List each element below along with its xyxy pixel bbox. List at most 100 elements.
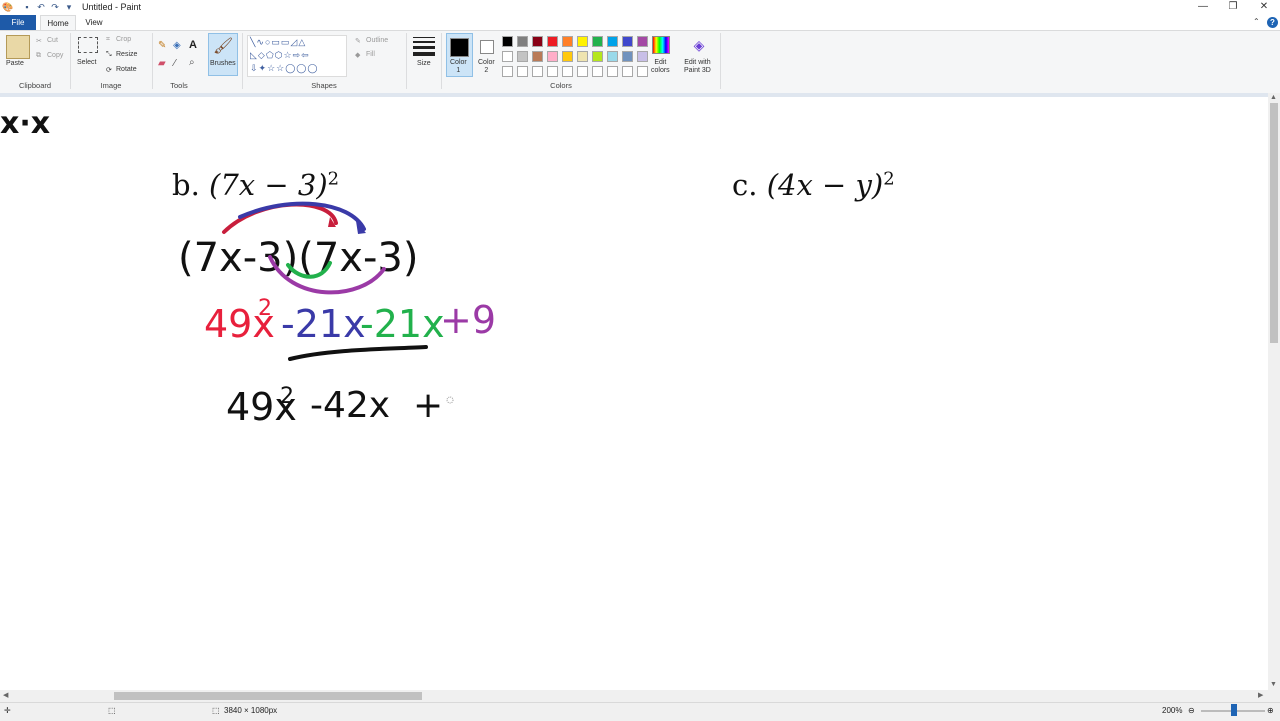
minimize-button[interactable]: —	[1188, 0, 1218, 14]
divider	[152, 33, 153, 89]
problem-b-exponent: 2	[327, 168, 340, 190]
outline-button[interactable]: Outline	[366, 37, 388, 44]
color2-swatch[interactable]	[480, 40, 494, 54]
image-group-label: Image	[100, 81, 122, 90]
custom-color-slot[interactable]	[607, 66, 618, 77]
outline-icon: ✎	[355, 38, 361, 45]
palette-swatch[interactable]	[502, 51, 513, 62]
palette-swatch[interactable]	[502, 36, 513, 47]
blue-arc	[238, 201, 366, 231]
close-button[interactable]: ✕	[1249, 0, 1279, 14]
fill-button[interactable]: Fill	[366, 51, 375, 58]
save-icon[interactable]: ▪	[22, 2, 32, 12]
paste-button[interactable]: Paste	[6, 60, 24, 67]
color1-swatch	[450, 38, 469, 57]
customize-toolbar-icon[interactable]: ▾	[64, 2, 74, 12]
magnifier-icon[interactable]: ⌕	[189, 57, 195, 68]
palette-swatch[interactable]	[637, 36, 648, 47]
paste-icon[interactable]	[6, 35, 30, 59]
horizontal-scroll-thumb[interactable]	[114, 692, 422, 700]
edit-with-paint3d-button[interactable]: Edit with Paint 3D	[684, 59, 711, 75]
redo-icon[interactable]: ↷	[50, 2, 60, 12]
problem-c: c. (4x − y)2	[732, 168, 895, 202]
eraser-icon[interactable]: ▰	[158, 58, 166, 69]
shapes-gallery[interactable]: ╲∿○▭▭◿△ ◺◇⬠⬡☆⇨⇦ ⇩✦☆☆◯◯◯	[247, 35, 347, 77]
undo-icon[interactable]: ↶	[36, 2, 46, 12]
text-icon[interactable]: A	[189, 39, 197, 51]
scroll-left-icon[interactable]: ◀	[3, 691, 8, 699]
palette-swatch[interactable]	[562, 51, 573, 62]
palette-swatch[interactable]	[547, 36, 558, 47]
copy-button[interactable]: Copy	[47, 52, 63, 59]
zoom-level: 200%	[1162, 706, 1183, 715]
palette-swatch[interactable]	[532, 51, 543, 62]
palette-swatch[interactable]	[547, 51, 558, 62]
scroll-up-icon[interactable]: ▲	[1270, 94, 1277, 101]
palette-swatch[interactable]	[592, 36, 603, 47]
custom-color-slot[interactable]	[532, 66, 543, 77]
title-bar: 🎨 ▪ ↶ ↷ ▾ Untitled - Paint — ❐ ✕	[0, 0, 1280, 15]
custom-color-slot[interactable]	[637, 66, 648, 77]
select-button[interactable]: Select	[77, 59, 96, 66]
clipboard-group-label: Clipboard	[18, 81, 52, 90]
problem-b-label: b.	[172, 168, 200, 202]
paint3d-icon[interactable]: ◈	[691, 36, 707, 54]
help-icon[interactable]: ?	[1267, 17, 1278, 28]
zoom-slider-thumb[interactable]	[1231, 704, 1237, 716]
palette-swatch[interactable]	[637, 51, 648, 62]
resize-button[interactable]: Resize	[116, 51, 137, 58]
color-picker-icon[interactable]: ⁄	[174, 58, 176, 69]
tab-file[interactable]: File	[0, 15, 36, 30]
custom-color-slot[interactable]	[502, 66, 513, 77]
custom-color-slot[interactable]	[517, 66, 528, 77]
colors-group-label: Colors	[550, 81, 572, 90]
vertical-scroll-thumb[interactable]	[1270, 103, 1278, 343]
custom-color-slot[interactable]	[622, 66, 633, 77]
zoom-out-icon[interactable]: ⊖	[1188, 706, 1195, 715]
resize-icon: ⤡	[106, 51, 112, 58]
zoom-in-icon[interactable]: ⊕	[1267, 706, 1274, 715]
crop-icon: ⌗	[106, 36, 110, 43]
fill-icon[interactable]: ◈	[173, 40, 181, 51]
palette-swatch[interactable]	[577, 36, 588, 47]
custom-color-slot[interactable]	[577, 66, 588, 77]
collapse-ribbon-icon[interactable]: ⌃	[1253, 17, 1260, 26]
palette-swatch[interactable]	[517, 51, 528, 62]
palette-swatch[interactable]	[592, 51, 603, 62]
palette-swatch[interactable]	[517, 36, 528, 47]
custom-color-slot[interactable]	[562, 66, 573, 77]
scroll-down-icon[interactable]: ▼	[1270, 681, 1277, 688]
edit-colors-button[interactable]: Edit colors	[651, 59, 670, 75]
color1-label: Color 1	[450, 59, 467, 74]
palette-swatch[interactable]	[577, 51, 588, 62]
palette-swatch[interactable]	[622, 36, 633, 47]
size-icon[interactable]	[413, 37, 435, 56]
canvas-size-icon: ⬚	[212, 706, 220, 715]
hw-term4: +9	[440, 298, 496, 342]
palette-swatch[interactable]	[532, 36, 543, 47]
hw-fragment: x·x	[0, 106, 51, 141]
palette-swatch[interactable]	[607, 51, 618, 62]
palette-swatch[interactable]	[562, 36, 573, 47]
tab-home[interactable]: Home	[40, 15, 76, 30]
cursor-position-icon: ✛	[4, 706, 11, 715]
cut-button[interactable]: Cut	[47, 37, 58, 44]
tools-group-label: Tools	[170, 81, 188, 90]
tab-view[interactable]: View	[80, 15, 108, 30]
select-icon[interactable]	[78, 37, 98, 53]
edit-colors-icon[interactable]	[652, 36, 670, 54]
palette-swatch[interactable]	[607, 36, 618, 47]
problem-b: b. (7x − 3)2	[172, 168, 339, 202]
restore-button[interactable]: ❐	[1218, 0, 1248, 14]
custom-color-slot[interactable]	[547, 66, 558, 77]
brush-icon: 🖌	[213, 38, 234, 55]
crop-button[interactable]: Crop	[116, 36, 131, 43]
divider	[242, 33, 243, 89]
pencil-icon[interactable]: ✎	[158, 40, 166, 51]
scroll-right-icon[interactable]: ▶	[1258, 691, 1263, 699]
custom-color-slot[interactable]	[592, 66, 603, 77]
underline-stroke	[288, 345, 428, 361]
rotate-button[interactable]: Rotate	[116, 66, 137, 73]
palette-swatch[interactable]	[622, 51, 633, 62]
menu-tabs	[0, 15, 1280, 30]
